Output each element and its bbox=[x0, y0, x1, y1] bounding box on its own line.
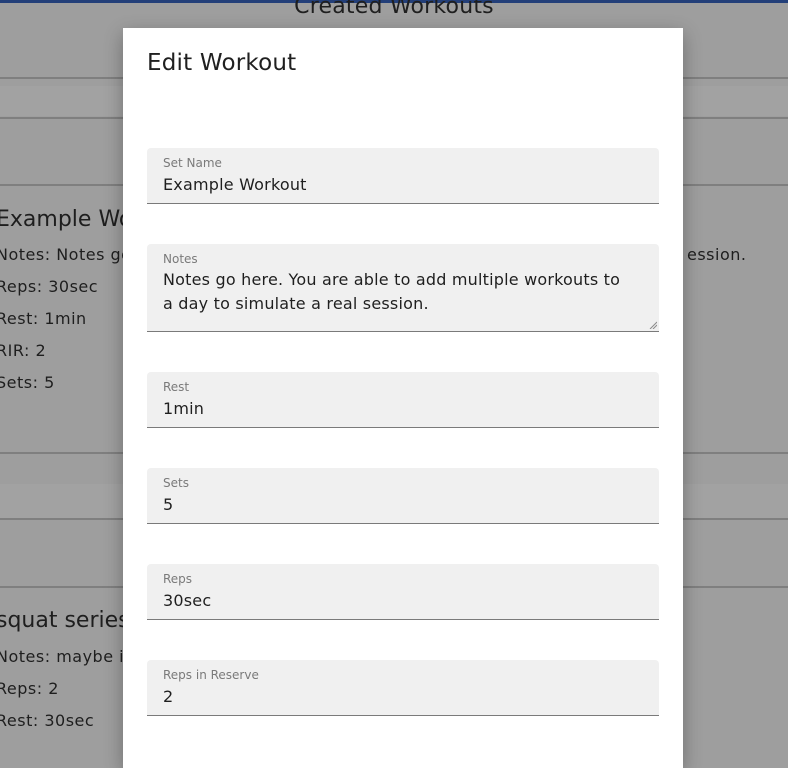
workout-card-rir: RIR: 2 bbox=[0, 341, 47, 360]
workout-card-reps: Reps: 30sec bbox=[0, 277, 99, 296]
notes-textarea[interactable]: Notes go here. You are able to add multi… bbox=[163, 268, 633, 316]
reps-in-reserve-input[interactable]: 2 bbox=[163, 687, 173, 706]
sets-field[interactable]: Sets 5 bbox=[147, 468, 659, 524]
workout-card-rest: Rest: 1min bbox=[0, 309, 87, 328]
page-title: Created Workouts bbox=[294, 0, 494, 19]
workout-card-title: squat series bbox=[0, 608, 130, 633]
set-name-field[interactable]: Set Name Example Workout bbox=[147, 148, 659, 204]
rest-label: Rest bbox=[163, 380, 190, 394]
set-name-label: Set Name bbox=[163, 156, 222, 170]
workout-card-sets: Sets: 5 bbox=[0, 373, 55, 392]
workout-card-rest: Rest: 30sec bbox=[0, 711, 95, 730]
rest-field[interactable]: Rest 1min bbox=[147, 372, 659, 428]
workout-card-reps: Reps: 2 bbox=[0, 679, 59, 698]
sets-label: Sets bbox=[163, 476, 189, 490]
reps-in-reserve-label: Reps in Reserve bbox=[163, 668, 259, 682]
dialog-title: Edit Workout bbox=[147, 50, 297, 76]
workout-card-title: Example Wo bbox=[0, 207, 133, 232]
workout-card-notes-tail: ession. bbox=[687, 245, 747, 264]
rest-input[interactable]: 1min bbox=[163, 399, 204, 418]
set-name-input[interactable]: Example Workout bbox=[163, 175, 307, 194]
reps-field[interactable]: Reps 30sec bbox=[147, 564, 659, 620]
reps-input[interactable]: 30sec bbox=[163, 591, 211, 610]
resize-handle-icon[interactable] bbox=[649, 321, 657, 329]
notes-field[interactable]: Notes Notes go here. You are able to add… bbox=[147, 244, 659, 332]
sets-input[interactable]: 5 bbox=[163, 495, 173, 514]
notes-label: Notes bbox=[163, 252, 198, 266]
edit-workout-dialog: Edit Workout Set Name Example Workout No… bbox=[123, 28, 683, 768]
reps-label: Reps bbox=[163, 572, 193, 586]
workout-card-notes: Notes: Notes go bbox=[0, 245, 132, 264]
reps-in-reserve-field[interactable]: Reps in Reserve 2 bbox=[147, 660, 659, 716]
